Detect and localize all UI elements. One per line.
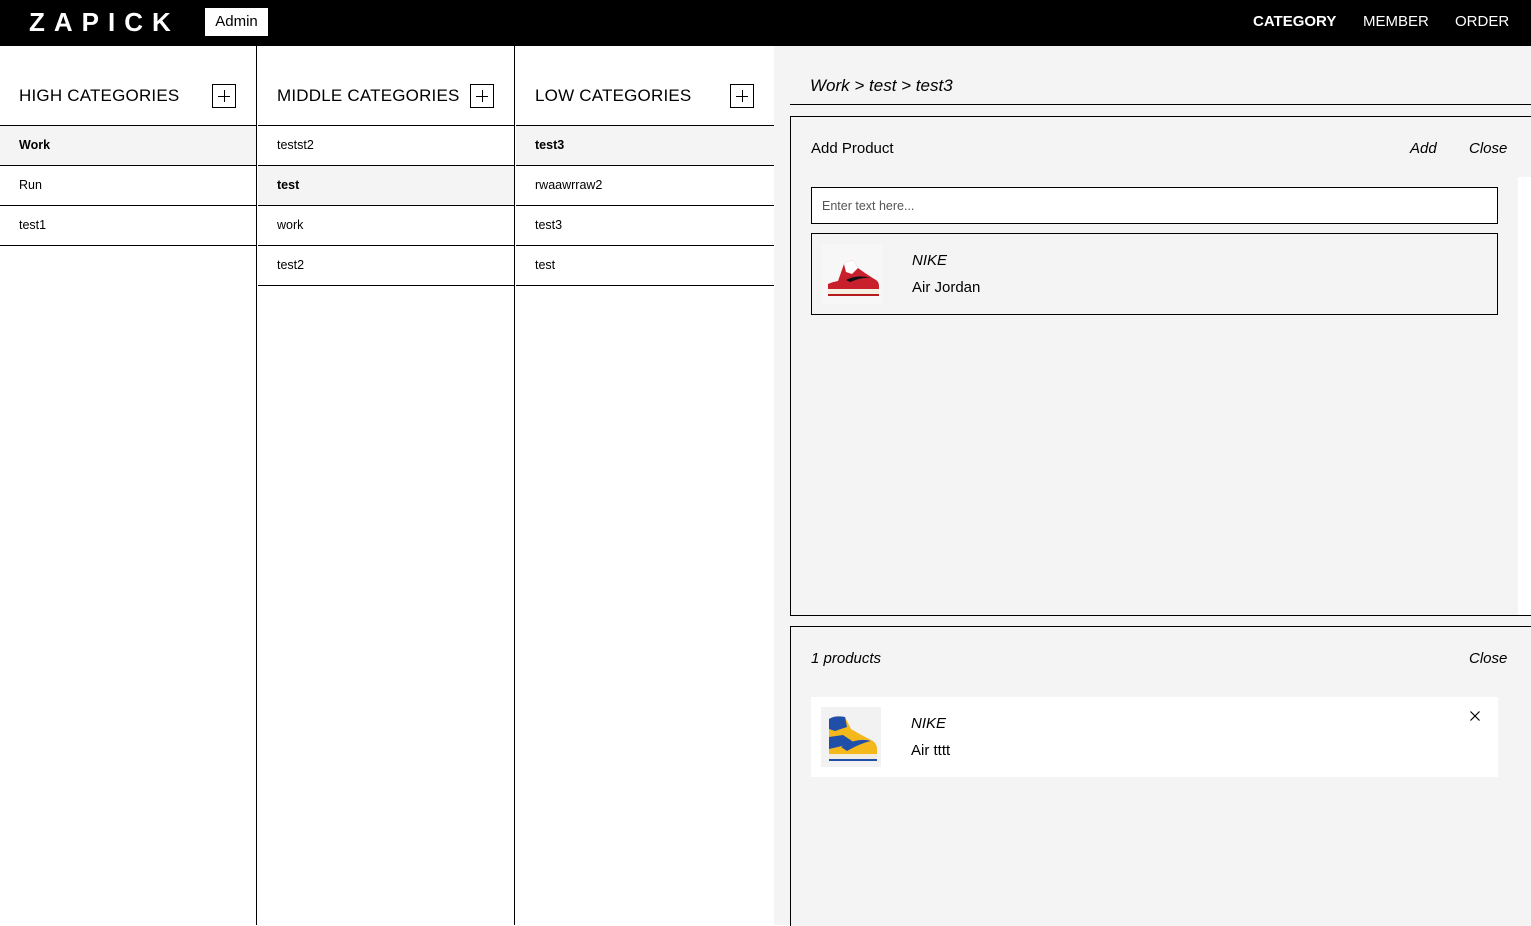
result-product-name: Air Jordan — [912, 279, 981, 296]
category-row[interactable]: Work — [0, 126, 256, 166]
close-products-panel-button[interactable]: Close — [1469, 650, 1507, 668]
low-categories-column: LOW CATEGORIES test3 rwaawrraw2 test3 te… — [516, 46, 774, 925]
category-row[interactable]: test3 — [516, 126, 774, 166]
category-products-panel: 1 products Close NIKE Air tttt — [790, 626, 1531, 926]
nav-category[interactable]: CATEGORY — [1253, 13, 1336, 31]
blue-yellow-sneaker-thumbnail — [821, 707, 881, 767]
category-detail-panel: Work > test > test3 Add Product Add Clos… — [774, 46, 1531, 926]
product-card[interactable]: NIKE Air tttt — [811, 697, 1498, 777]
top-navigation-bar: ZAPICK Admin CATEGORY MEMBER ORDER — [0, 0, 1531, 46]
add-button[interactable]: Add — [1410, 140, 1437, 158]
category-row[interactable]: rwaawrraw2 — [516, 166, 774, 206]
category-row[interactable]: test — [516, 246, 774, 286]
category-row[interactable]: Run — [0, 166, 256, 206]
sneaker-icon — [822, 244, 882, 304]
middle-categories-column: MIDDLE CATEGORIES testst2 test work test… — [258, 46, 515, 925]
add-middle-category-button[interactable] — [470, 84, 494, 108]
product-count: 1 products — [811, 650, 882, 667]
low-categories-title: LOW CATEGORIES — [535, 86, 692, 105]
breadcrumb-bar: Work > test > test3 — [790, 46, 1531, 105]
remove-product-button[interactable] — [1468, 709, 1482, 723]
high-categories-header: HIGH CATEGORIES — [0, 46, 256, 126]
add-low-category-button[interactable] — [730, 84, 754, 108]
breadcrumb: Work > test > test3 — [810, 76, 953, 95]
admin-badge: Admin — [205, 8, 268, 36]
category-row[interactable]: testst2 — [258, 126, 514, 166]
product-brand: NIKE — [911, 715, 947, 732]
category-row[interactable]: work — [258, 206, 514, 246]
product-name: Air tttt — [911, 742, 951, 759]
add-product-title: Add Product — [811, 140, 894, 157]
low-categories-header: LOW CATEGORIES — [516, 46, 774, 126]
search-result-card[interactable]: NIKE Air Jordan — [811, 233, 1498, 315]
high-categories-title: HIGH CATEGORIES — [19, 86, 180, 105]
add-panel-scrollbar[interactable] — [1518, 177, 1531, 615]
category-row[interactable]: test1 — [0, 206, 256, 246]
nav-order[interactable]: ORDER — [1455, 13, 1509, 31]
close-icon — [1470, 711, 1480, 721]
add-product-panel: Add Product Add Close NIKE Air Jordan — [790, 116, 1531, 616]
middle-categories-title: MIDDLE CATEGORIES — [277, 86, 460, 105]
red-sneaker-thumbnail — [822, 244, 882, 304]
product-search-input[interactable] — [811, 187, 1498, 224]
sneaker-icon — [821, 707, 881, 767]
close-add-panel-button[interactable]: Close — [1469, 140, 1507, 158]
zapick-logo[interactable]: ZAPICK — [29, 7, 180, 37]
category-row[interactable]: test — [258, 166, 514, 206]
nav-member[interactable]: MEMBER — [1363, 13, 1429, 31]
high-categories-column: HIGH CATEGORIES Work Run test1 — [0, 46, 257, 925]
add-high-category-button[interactable] — [212, 84, 236, 108]
category-row[interactable]: test2 — [258, 246, 514, 286]
category-row[interactable]: test3 — [516, 206, 774, 246]
middle-categories-header: MIDDLE CATEGORIES — [258, 46, 514, 126]
result-brand: NIKE — [912, 252, 948, 269]
